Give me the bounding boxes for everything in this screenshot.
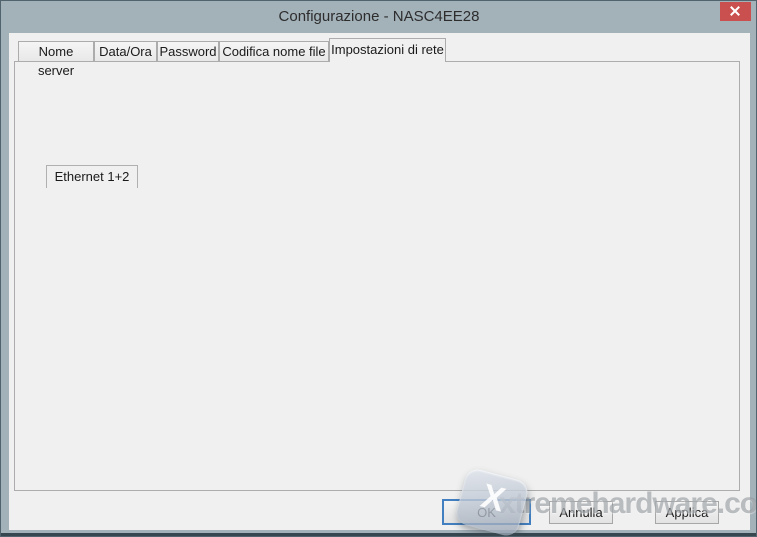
tab-data-ora[interactable]: Data/Ora [94,41,157,62]
dialog-title: Configurazione - NASC4EE28 [279,8,480,25]
tab-impostazioni-di-rete[interactable]: Impostazioni di rete [329,38,446,62]
tab-password[interactable]: Password [157,41,219,62]
apply-button[interactable]: Applica [655,501,719,524]
close-icon [729,5,741,17]
tab-ethernet-1-2[interactable]: Ethernet 1+2 [46,165,138,188]
ok-button[interactable]: OK [442,499,531,525]
close-button[interactable] [720,2,751,21]
tab-page [14,61,740,491]
config-dialog: Configurazione - NASC4EE28 Nome server D… [0,0,757,537]
tab-nome-server[interactable]: Nome server [18,41,94,62]
cancel-button[interactable]: Annulla [549,501,613,524]
tab-codifica-nome-file[interactable]: Codifica nome file [219,41,329,62]
titlebar[interactable]: Configurazione - NASC4EE28 [2,1,756,32]
